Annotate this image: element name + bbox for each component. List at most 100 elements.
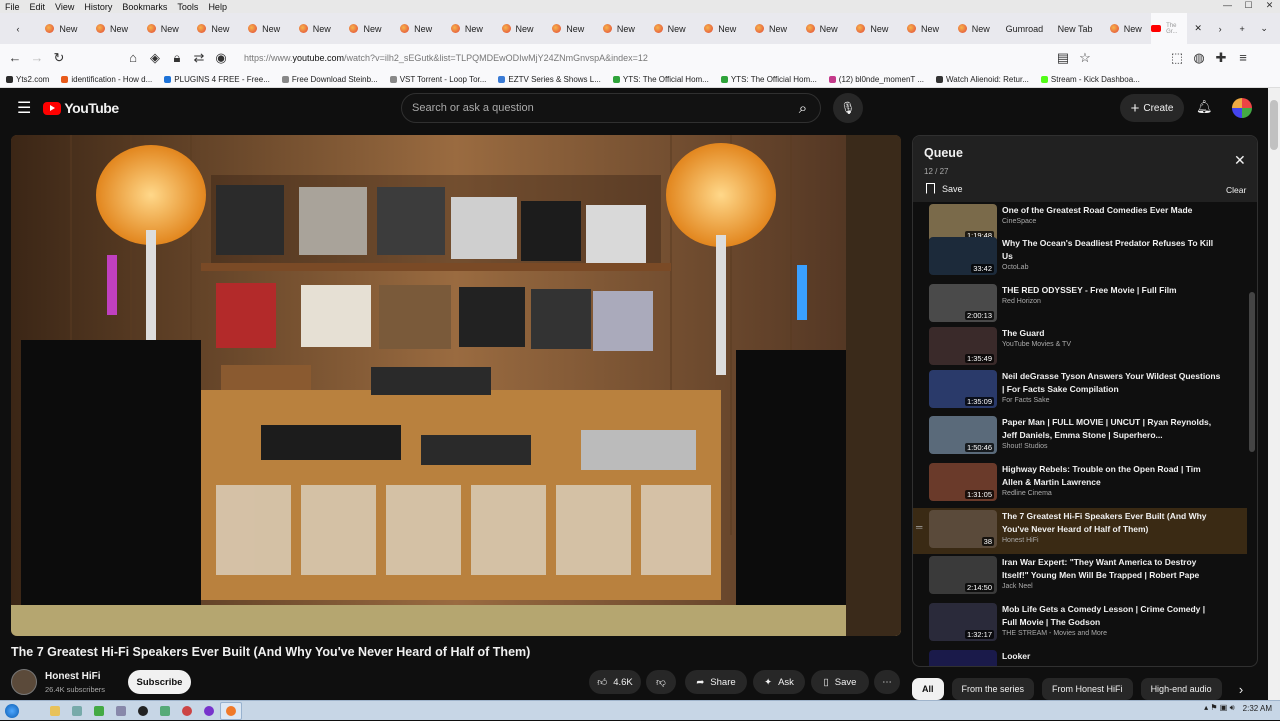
subscribe-button[interactable]: Subscribe — [128, 670, 191, 694]
queue-item[interactable]: 1:35:09 Neil deGrasse Tyson Answers Your … — [913, 368, 1247, 414]
ask-button[interactable]: ✦ Ask — [753, 670, 805, 694]
bookmark-item[interactable]: (12) bl0nde_momenT ... — [828, 75, 924, 84]
bookmark-item[interactable]: YTS: The Official Hom... — [720, 75, 817, 84]
tray-icons[interactable]: ▴ ⚑ ▣ 🔊︎ — [1204, 703, 1234, 713]
queue-thumbnail[interactable]: 38 — [929, 510, 997, 548]
share-button[interactable]: ➦ Share — [685, 670, 747, 694]
browser-tab[interactable]: New — [36, 13, 87, 44]
lock-icon[interactable]: 🔒︎ — [166, 50, 188, 66]
menu-item-view[interactable]: View — [50, 2, 79, 12]
browser-tab[interactable]: New — [1100, 13, 1151, 44]
page-scrollbar[interactable] — [1268, 88, 1280, 700]
browser-tab[interactable]: New — [289, 13, 340, 44]
queue-item[interactable]: 33:42 Why The Ocean's Deadliest Predator … — [913, 235, 1247, 281]
reader-view-icon[interactable]: ▤ — [1052, 50, 1074, 66]
minimize-icon[interactable]: — — [1217, 0, 1238, 13]
like-button[interactable]: 👍︎ 4.6K — [589, 670, 641, 694]
bookmark-item[interactable]: VST Torrent - Loop Tor... — [389, 75, 486, 84]
extensions-icon[interactable]: ✚ — [1210, 50, 1232, 66]
taskbar-app-6[interactable] — [176, 702, 198, 720]
browser-tab[interactable]: New — [239, 13, 290, 44]
taskbar-app-3[interactable] — [110, 702, 132, 720]
queue-thumbnail[interactable]: 1:35:49 — [929, 327, 997, 365]
bookmark-item[interactable]: Free Download Steinb... — [281, 75, 378, 84]
bookmark-item[interactable]: PLUGINS 4 FREE - Free... — [164, 75, 270, 84]
channel-avatar[interactable] — [11, 669, 37, 695]
scrollbar-thumb[interactable] — [1270, 100, 1278, 150]
menu-item-file[interactable]: File — [0, 2, 25, 12]
bookmark-item[interactable]: EZTV Series & Shows L... — [498, 75, 601, 84]
queue-item[interactable]: 1:32:17 Mob Life Gets a Comedy Lesson | C… — [913, 601, 1247, 647]
tab-scroll-right[interactable]: › — [1209, 13, 1231, 44]
browser-tab[interactable]: New — [594, 13, 645, 44]
browser-tab[interactable]: New — [340, 13, 391, 44]
channel-name[interactable]: Honest HiFi — [45, 671, 101, 682]
browser-tab[interactable]: New Tab — [1050, 13, 1101, 44]
menu-item-edit[interactable]: Edit — [25, 2, 51, 12]
taskbar-app-7[interactable] — [198, 702, 220, 720]
bookmark-item[interactable]: YTS: The Official Hom... — [612, 75, 709, 84]
chevron-right-icon[interactable]: › — [1228, 678, 1254, 700]
permissions-icon[interactable]: ⇄ — [188, 50, 210, 66]
taskbar-app-1[interactable] — [66, 702, 88, 720]
active-browser-tab[interactable]: The Gr... — [1151, 13, 1188, 44]
search-icon[interactable]: ⌕ — [786, 94, 820, 122]
bookmark-item[interactable]: Stream - Kick Dashboa... — [1040, 75, 1140, 84]
bookmark-item[interactable]: identification - How d... — [61, 75, 152, 84]
extension-icon[interactable]: ◉ — [210, 50, 232, 66]
app-menu-icon[interactable]: ≡ — [1232, 50, 1254, 65]
reload-icon[interactable]: ↻ — [48, 50, 70, 66]
queue-item[interactable]: Looker — [913, 648, 1247, 666]
menu-item-bookmarks[interactable]: Bookmarks — [117, 2, 172, 12]
menu-item-help[interactable]: Help — [203, 2, 232, 12]
taskbar-app-2[interactable] — [88, 702, 110, 720]
drag-handle-icon[interactable]: ═ — [916, 522, 922, 532]
queue-thumbnail[interactable]: 1:50:46 — [929, 416, 997, 454]
taskbar-explorer[interactable] — [44, 702, 66, 720]
browser-tab[interactable]: New — [391, 13, 442, 44]
home-icon[interactable]: ⌂ — [122, 50, 144, 65]
queue-item[interactable]: 1:50:46 Paper Man | FULL MOVIE | UNCUT | … — [913, 414, 1247, 460]
browser-tab[interactable]: New — [543, 13, 594, 44]
queue-item[interactable]: 1:35:49 The Guard YouTube Movies & TV — [913, 325, 1247, 371]
browser-tab[interactable]: New — [695, 13, 746, 44]
browser-tab[interactable]: New — [644, 13, 695, 44]
queue-scrollbar[interactable] — [1249, 292, 1255, 452]
chip-filter[interactable]: High-end audio — [1140, 678, 1222, 700]
video-player[interactable] — [11, 135, 901, 636]
create-button[interactable]: + Create — [1120, 94, 1184, 122]
tab-scroll-left[interactable]: ‹ — [0, 13, 36, 44]
browser-tab[interactable]: New — [188, 13, 239, 44]
shield-icon[interactable]: ◈ — [144, 50, 166, 66]
address-bar[interactable]: https://www.youtube.com/watch?v=ilh2_sEG… — [232, 53, 1012, 63]
youtube-logo[interactable]: YouTube — [43, 100, 119, 116]
taskbar-app-4[interactable] — [132, 702, 154, 720]
queue-thumbnail[interactable]: 2:14:50 — [929, 556, 997, 594]
close-icon[interactable]: ✕ — [1234, 152, 1246, 169]
maximize-icon[interactable]: ☐ — [1238, 0, 1259, 13]
queue-item[interactable]: 1:31:05 Highway Rebels: Trouble on the Op… — [913, 461, 1247, 507]
queue-item-current[interactable]: ═ 38 The 7 Greatest Hi-Fi Speakers Ever Bu… — [913, 508, 1247, 554]
start-button[interactable] — [0, 701, 24, 721]
microphone-icon[interactable]: 🎙︎ — [833, 93, 863, 123]
avatar[interactable] — [1232, 98, 1252, 118]
browser-tab[interactable]: New — [87, 13, 138, 44]
clock[interactable]: 2:32 AM — [1243, 704, 1272, 713]
search-input[interactable]: Search or ask a question ⌕ — [401, 93, 821, 123]
hamburger-menu-icon[interactable]: ☰ — [17, 98, 31, 118]
save-button[interactable]: ▯ Save — [811, 670, 869, 694]
browser-tab[interactable]: New — [746, 13, 797, 44]
close-tab-icon[interactable]: ✕ — [1187, 13, 1209, 44]
browser-tab[interactable]: New — [796, 13, 847, 44]
browser-tab[interactable]: New — [442, 13, 493, 44]
notifications-bell-icon[interactable]: 🔔︎ — [1196, 99, 1213, 115]
menu-item-history[interactable]: History — [79, 2, 117, 12]
pocket-icon[interactable]: ⬚ — [1166, 50, 1188, 66]
forward-icon[interactable]: → — [26, 50, 48, 65]
queue-thumbnail[interactable]: 33:42 — [929, 237, 997, 275]
queue-thumbnail[interactable]: 1:35:09 — [929, 370, 997, 408]
queue-thumbnail[interactable]: 1:31:05 — [929, 463, 997, 501]
bookmark-item[interactable]: Yts2.com — [6, 75, 49, 84]
browser-tab[interactable]: Gumroad — [999, 13, 1050, 44]
queue-item[interactable]: 2:00:13 THE RED ODYSSEY - Free Movie | Fu… — [913, 282, 1247, 328]
